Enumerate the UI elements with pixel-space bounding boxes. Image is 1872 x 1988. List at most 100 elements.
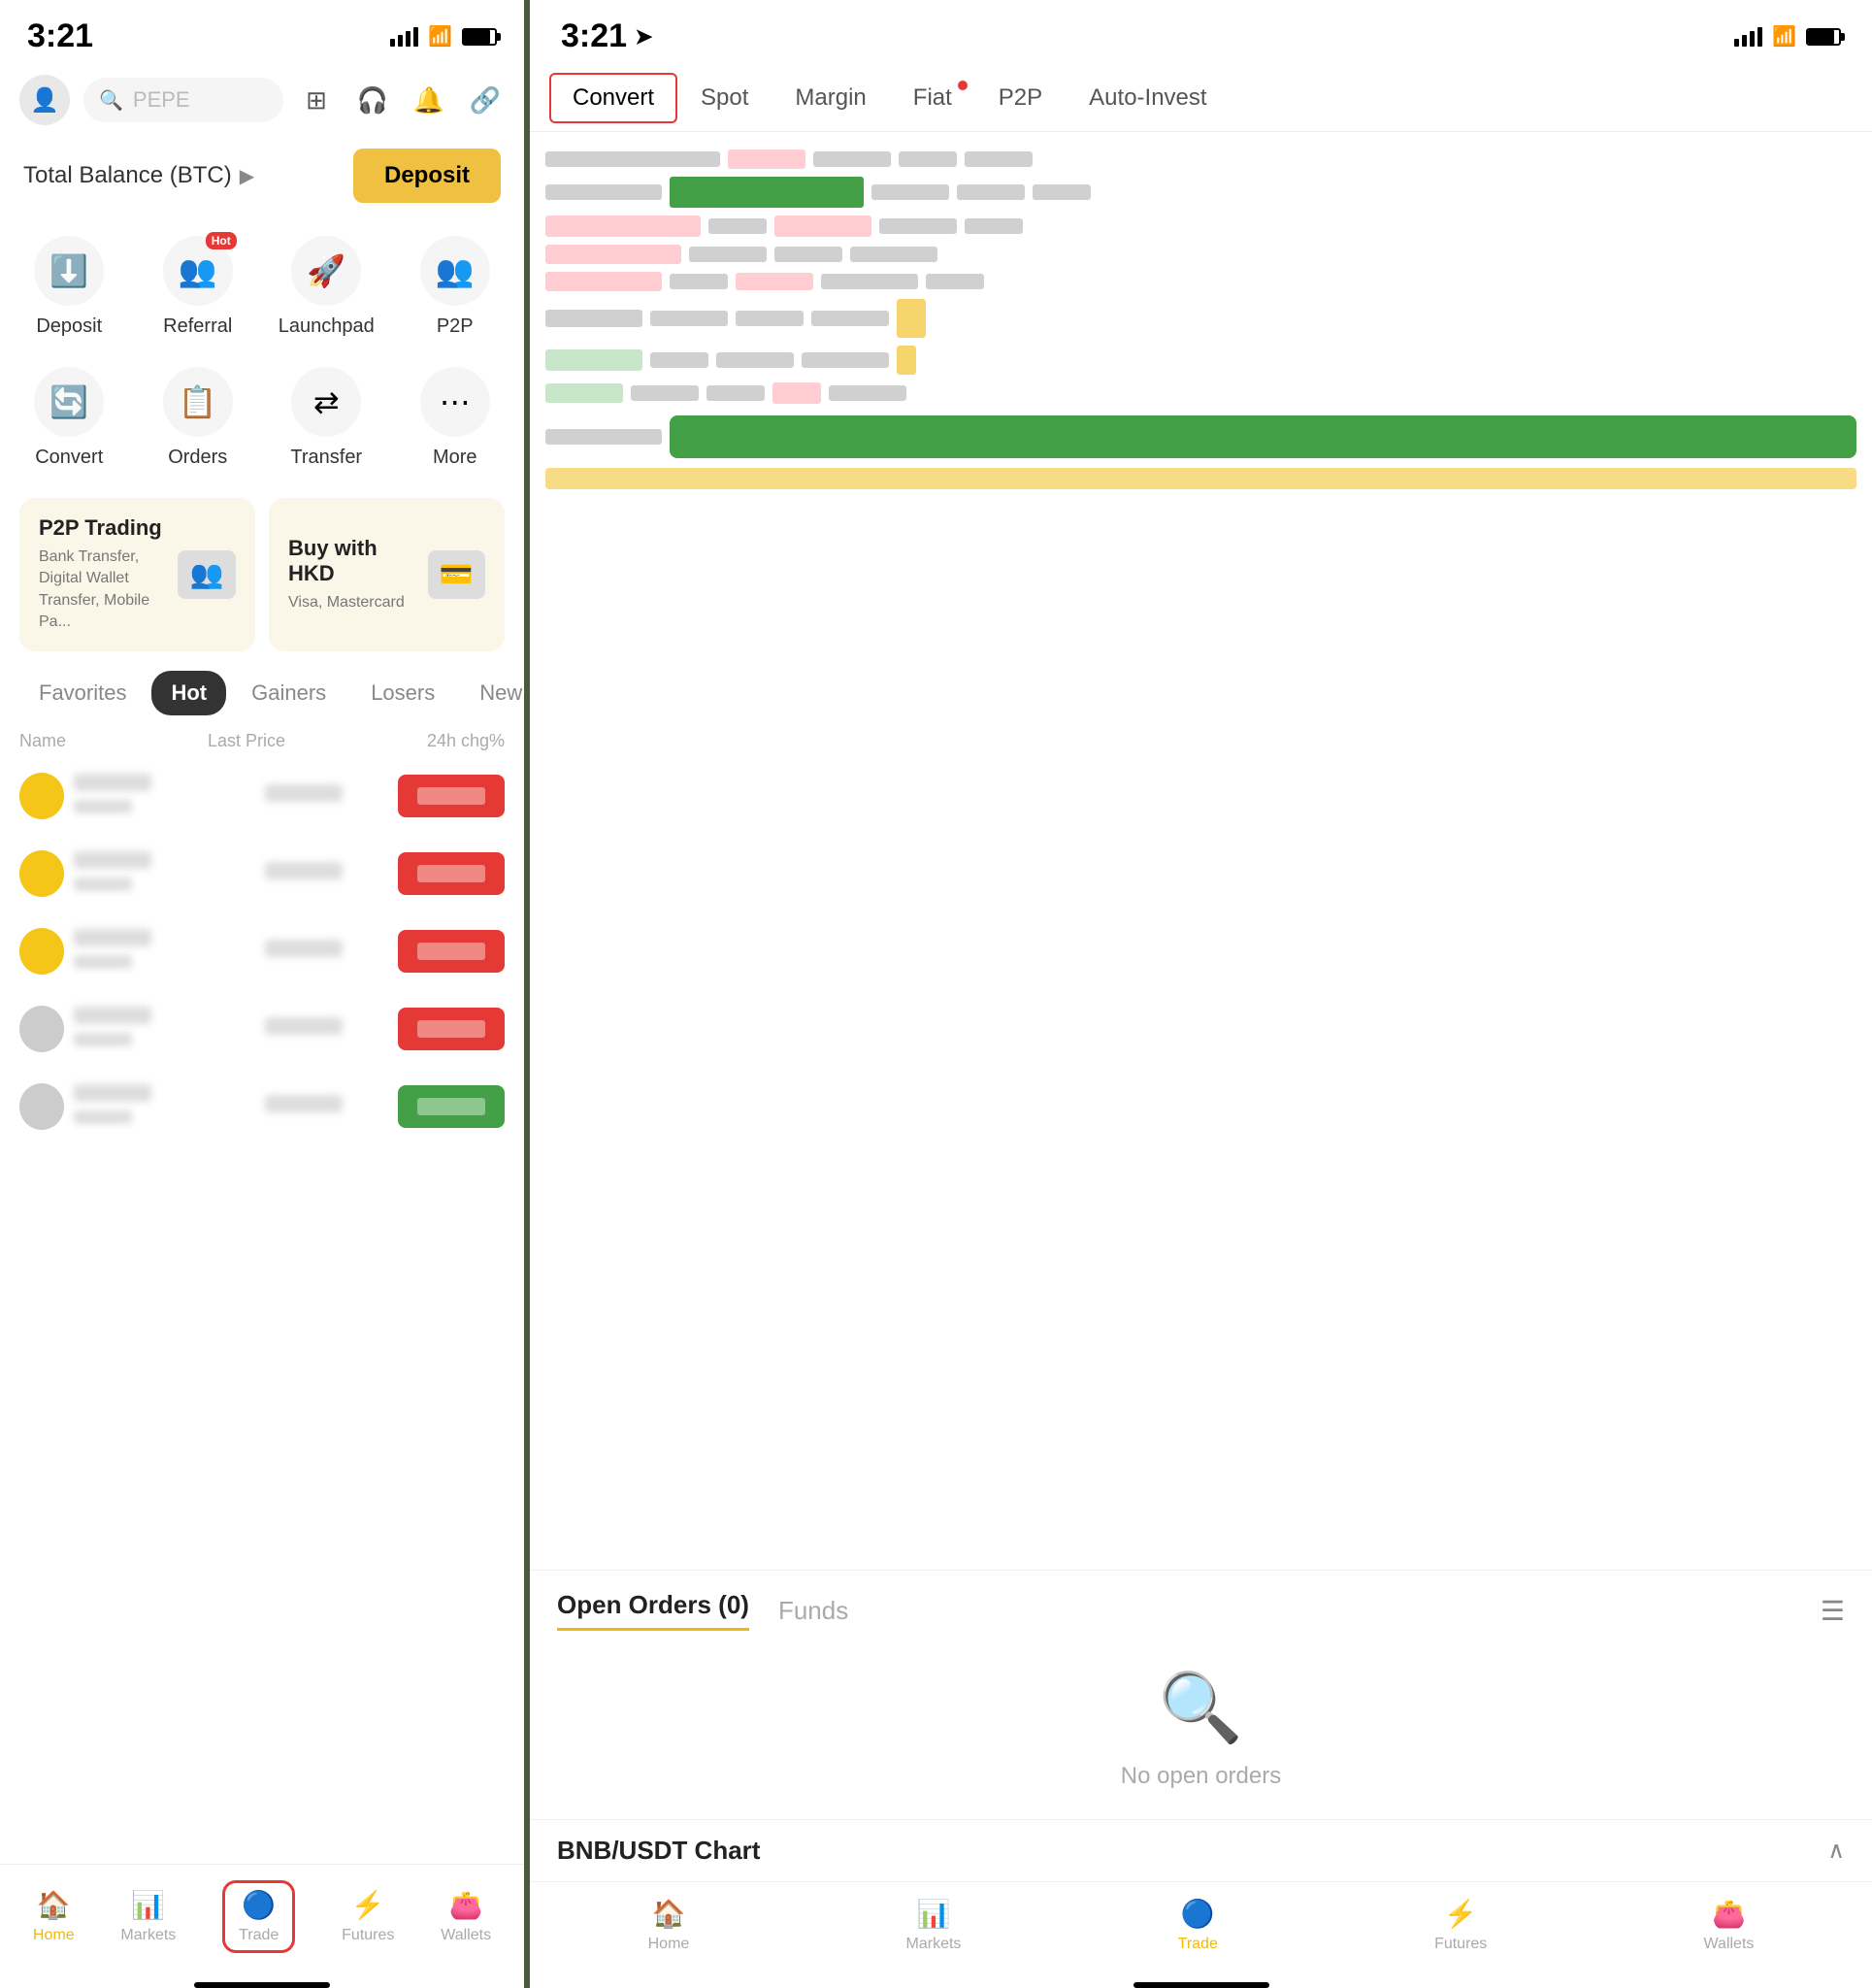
r-nav-wallets[interactable]: 👛 Wallets [1704, 1898, 1755, 1953]
price-col [209, 1095, 398, 1117]
bell-icon[interactable]: 🔔 [410, 81, 448, 119]
table-row[interactable] [0, 912, 524, 990]
r-wallets-icon: 👛 [1712, 1898, 1746, 1930]
status-icons-right: 📶 [1734, 24, 1841, 49]
more-icon: ⋯ [420, 367, 490, 437]
launchpad-label: Launchpad [279, 315, 375, 338]
nav-markets[interactable]: 📊 Markets [120, 1889, 176, 1944]
hkd-banner[interactable]: Buy with HKD Visa, Mastercard 💳 [269, 498, 505, 651]
chart-row-2 [545, 177, 1856, 208]
markets-icon: 📊 [131, 1889, 165, 1921]
home-indicator-left [194, 1982, 330, 1988]
tab-new[interactable]: New [460, 671, 524, 715]
wifi-icon: 📶 [428, 24, 452, 49]
action-orders[interactable]: 📋 Orders [139, 357, 258, 479]
action-p2p[interactable]: 👥 P2P [396, 226, 515, 348]
tab-losers[interactable]: Losers [351, 671, 454, 715]
action-transfer[interactable]: ⇄ Transfer [267, 357, 386, 479]
qr-icon[interactable]: 🔗 [466, 81, 505, 119]
funds-tab[interactable]: Funds [778, 1596, 848, 1626]
market-tabs: Favorites Hot Gainers Losers New [0, 661, 524, 725]
nav-wallets[interactable]: 👛 Wallets [441, 1889, 491, 1944]
nav-futures[interactable]: ⚡ Futures [342, 1889, 394, 1944]
coin-icon [19, 773, 64, 819]
bottom-nav-right: 🏠 Home 📊 Markets 🔵 Trade ⚡ Futures 👛 Wal… [530, 1881, 1872, 1976]
tab-hot[interactable]: Hot [151, 671, 226, 715]
r-markets-icon: 📊 [917, 1898, 951, 1930]
r-home-label: Home [648, 1936, 690, 1953]
action-deposit[interactable]: ⬇️ Deposit [10, 226, 129, 348]
deposit-button[interactable]: Deposit [353, 149, 501, 203]
r-futures-icon: ⚡ [1444, 1898, 1478, 1930]
avatar[interactable]: 👤 [19, 75, 70, 125]
chart-row-3 [545, 215, 1856, 237]
r-wallets-label: Wallets [1704, 1936, 1755, 1953]
header-icons: ⊞ 🎧 🔔 🔗 [297, 81, 505, 119]
search-input-wrap[interactable]: 🔍 PEPE [83, 78, 283, 122]
table-row[interactable] [0, 835, 524, 912]
chart-row-9 [545, 415, 1856, 458]
table-row[interactable] [0, 1068, 524, 1145]
tab-gainers[interactable]: Gainers [232, 671, 345, 715]
tab-fiat[interactable]: Fiat [890, 73, 975, 123]
r-nav-home[interactable]: 🏠 Home [648, 1898, 690, 1953]
orders-list-icon[interactable]: ☰ [1821, 1595, 1845, 1627]
hkd-banner-icon: 💳 [428, 550, 485, 599]
left-panel: 3:21 📶 👤 🔍 PEPE ⊞ 🎧 🔔 🔗 Total Balance (B… [0, 0, 524, 1988]
chart-row-7 [545, 346, 1856, 375]
coin-icon [19, 850, 64, 897]
signal-icon-right [1734, 27, 1762, 47]
open-orders-tab[interactable]: Open Orders (0) [557, 1590, 749, 1631]
table-row[interactable] [0, 757, 524, 835]
action-referral[interactable]: 👥 Hot Referral [139, 226, 258, 348]
change-badge [398, 1085, 505, 1128]
signal-icon [390, 27, 418, 47]
nav-home[interactable]: 🏠 Home [33, 1889, 75, 1944]
coin-vol [74, 1033, 132, 1046]
search-input[interactable]: PEPE [133, 87, 190, 113]
balance-arrow-icon[interactable]: ▶ [240, 164, 254, 188]
p2p-label: P2P [437, 315, 474, 338]
headset-icon[interactable]: 🎧 [353, 81, 392, 119]
r-nav-futures[interactable]: ⚡ Futures [1434, 1898, 1487, 1953]
chart-row-6 [545, 299, 1856, 338]
tab-convert[interactable]: Convert [549, 73, 677, 123]
action-more[interactable]: ⋯ More [396, 357, 515, 479]
p2p-icon: 👥 [420, 236, 490, 306]
grid-icon[interactable]: ⊞ [297, 81, 336, 119]
right-panel: 3:21 ➤ 📶 Convert Spot Margin Fiat P2P Au… [524, 0, 1872, 1988]
tab-auto-invest[interactable]: Auto-Invest [1066, 73, 1230, 123]
col-change: 24h chg% [427, 731, 505, 751]
coin-info [19, 773, 209, 819]
battery-icon [462, 28, 497, 46]
action-convert[interactable]: 🔄 Convert [10, 357, 129, 479]
hkd-banner-subtitle: Visa, Mastercard [288, 592, 424, 613]
tab-margin[interactable]: Margin [772, 73, 889, 123]
r-nav-markets[interactable]: 📊 Markets [906, 1898, 962, 1953]
r-nav-trade[interactable]: 🔵 Trade [1178, 1898, 1218, 1953]
chart-row-8 [545, 382, 1856, 404]
action-launchpad[interactable]: 🚀 Launchpad [267, 226, 386, 348]
nav-trade[interactable]: 🔵 Trade [222, 1880, 295, 1953]
referral-icon: 👥 Hot [163, 236, 233, 306]
orders-icon: 📋 [163, 367, 233, 437]
change-badge [398, 930, 505, 973]
chevron-up-icon[interactable]: ∧ [1827, 1837, 1845, 1865]
convert-label: Convert [35, 447, 103, 469]
coin-info [19, 1006, 209, 1052]
trade-label: Trade [239, 1927, 279, 1944]
fiat-notification-dot [958, 81, 968, 90]
price-col [209, 940, 398, 962]
tab-spot[interactable]: Spot [677, 73, 772, 123]
futures-icon: ⚡ [351, 1889, 385, 1921]
tab-p2p[interactable]: P2P [975, 73, 1066, 123]
no-orders-message: No open orders [1121, 1763, 1281, 1790]
no-orders-area: 🔍 No open orders [557, 1631, 1845, 1809]
search-icon: 🔍 [99, 88, 123, 113]
price-col [209, 862, 398, 884]
chart-title: BNB/USDT Chart [557, 1836, 760, 1866]
p2p-banner[interactable]: P2P Trading Bank Transfer, Digital Walle… [19, 498, 255, 651]
chart-row-4 [545, 245, 1856, 264]
table-row[interactable] [0, 990, 524, 1068]
tab-favorites[interactable]: Favorites [19, 671, 146, 715]
